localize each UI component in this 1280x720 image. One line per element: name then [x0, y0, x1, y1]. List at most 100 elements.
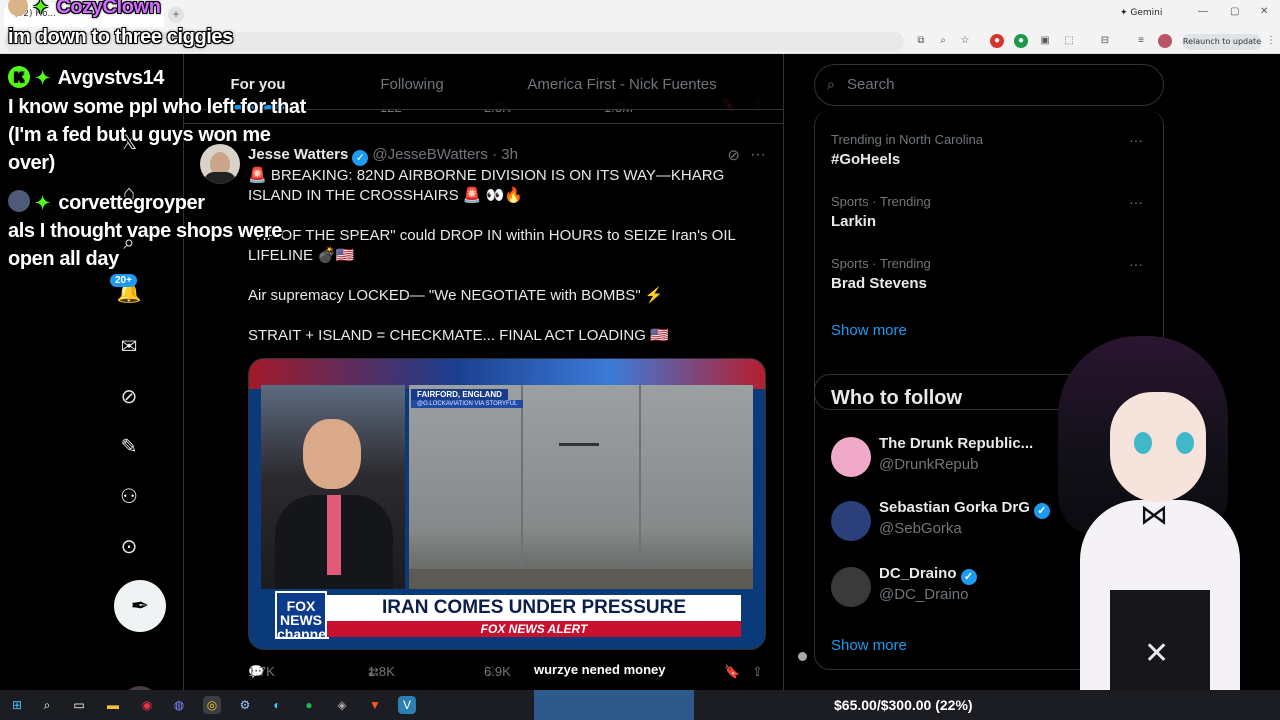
- compose-post-button[interactable]: ✒: [114, 580, 166, 632]
- new-tab-button[interactable]: +: [168, 7, 184, 23]
- profile-avatar-icon[interactable]: [1158, 34, 1172, 48]
- search-input[interactable]: ⌕ Search: [814, 64, 1164, 106]
- donation-goal-text: $65.00/$300.00 (22%): [834, 697, 973, 713]
- follow-handle: @DrunkRepub: [879, 456, 979, 473]
- browser-tab[interactable]: (92) Ho...: [4, 3, 164, 27]
- tweet[interactable]: Jesse Watters ✓ @JesseBWatters · 3h ⊘ ··· …: [184, 134, 783, 690]
- tweet-video[interactable]: FAIRFORD, ENGLAND @G.LOCKAVIATION VIA ST…: [248, 358, 766, 650]
- zoom-icon[interactable]: ⌕: [936, 34, 950, 48]
- trend-name: Larkin: [831, 213, 877, 230]
- explore-search-icon[interactable]: ⌕: [116, 230, 142, 256]
- stream-caption: wurzye nened money: [534, 662, 666, 677]
- follow-name-text: DC_Draino: [879, 565, 957, 582]
- tweet-author-avatar[interactable]: [200, 144, 240, 184]
- trend-item[interactable]: Trending in North Carolina #GoHeels ···: [831, 132, 1151, 168]
- x-logo-icon[interactable]: 𝕏: [116, 130, 142, 156]
- aircraft-shape: [559, 443, 599, 446]
- address-bar[interactable]: [4, 32, 904, 52]
- bookmark-star-icon[interactable]: ☆: [958, 34, 972, 48]
- tab-america-first[interactable]: America First - Nick Fuentes: [492, 54, 752, 109]
- repost-count: 1.8K: [368, 664, 395, 679]
- steam-icon[interactable]: ⚙: [236, 696, 254, 714]
- tweet-line: "TIP OF THE SPEAR" could DROP IN within …: [248, 227, 736, 264]
- browser-tab-bar: (92) Ho... + ✦ Gemini — ▢ ✕: [0, 0, 1280, 30]
- minimize-icon[interactable]: —: [1198, 6, 1208, 17]
- verified-badge-icon: ✓: [352, 150, 369, 166]
- install-app-icon[interactable]: ⧉: [914, 34, 928, 48]
- donation-goal-bar: [534, 690, 694, 720]
- follow-avatar: [831, 437, 871, 477]
- trend-more-icon[interactable]: ···: [1129, 256, 1143, 272]
- follow-show-more-link[interactable]: Show more: [831, 637, 907, 654]
- trend-more-icon[interactable]: ···: [1129, 132, 1143, 148]
- tab-search-icon[interactable]: ⊟: [1098, 34, 1112, 48]
- timeline-tabs: For you Following America First - Nick F…: [184, 54, 783, 110]
- fox-news-logo: FOX NEWS channel: [275, 591, 330, 641]
- trend-more-icon[interactable]: ···: [1129, 194, 1143, 210]
- obs-icon[interactable]: ◉: [138, 696, 156, 714]
- video-headline: IRAN COMES UNDER PRESSURE: [327, 595, 741, 621]
- who-to-follow-title: Who to follow: [831, 387, 963, 409]
- close-icon[interactable]: ✕: [1260, 6, 1268, 17]
- video-credit-tag: @G.LOCKAVIATION VIA STORYFUL: [411, 400, 524, 408]
- notification-badge: 20+: [110, 274, 137, 287]
- messages-mail-icon[interactable]: ✉: [116, 334, 142, 360]
- chrome-icon[interactable]: ◎: [203, 696, 221, 714]
- trend-meta: Sports · Trending: [831, 194, 931, 209]
- start-windows-icon[interactable]: ⊞: [8, 696, 26, 714]
- avatar-eye: [1134, 432, 1152, 454]
- brave-icon[interactable]: ▼: [366, 696, 384, 714]
- tab-america-first-label: America First - Nick Fuentes: [527, 76, 717, 93]
- profile-icon[interactable]: ⚇: [116, 484, 142, 510]
- tab-following[interactable]: Following: [332, 54, 492, 109]
- follow-handle: @SebGorka: [879, 520, 962, 537]
- home-icon[interactable]: ⌂: [116, 180, 142, 206]
- discord-icon[interactable]: ◍: [170, 696, 188, 714]
- maximize-icon[interactable]: ▢: [1230, 6, 1239, 17]
- trend-item[interactable]: Sports · Trending Brad Stevens ···: [831, 256, 1151, 292]
- avatar-bow-icon: ⋈: [1140, 499, 1168, 530]
- grok-explain-icon[interactable]: ⊘: [727, 146, 740, 164]
- grok-icon[interactable]: ⊘: [116, 384, 142, 410]
- relaunch-button[interactable]: Relaunch to update: [1182, 34, 1262, 50]
- file-explorer-icon[interactable]: ▬: [104, 696, 122, 714]
- tweet-text: 🚨 BREAKING: 82ND AIRBORNE DIVISION IS ON…: [248, 166, 768, 366]
- trend-meta: Sports · Trending: [831, 256, 931, 271]
- tree-line: [409, 569, 753, 589]
- tweet-more-icon[interactable]: ···: [750, 146, 766, 164]
- tab-for-you[interactable]: For you: [184, 54, 332, 109]
- host-tie: [327, 495, 341, 575]
- trends-show-more-link[interactable]: Show more: [831, 322, 907, 339]
- vscode-icon[interactable]: V: [398, 696, 416, 714]
- extension-red-icon[interactable]: ●: [990, 34, 1004, 48]
- tweet-header: Jesse Watters ✓ @JesseBWatters · 3h: [248, 146, 518, 166]
- video-alert-banner: FOX NEWS ALERT: [327, 621, 741, 637]
- reading-list-icon[interactable]: ≡: [1134, 34, 1148, 48]
- menu-icon[interactable]: ⋮: [1264, 34, 1278, 48]
- follow-avatar: [831, 567, 871, 607]
- tweet-author-handle[interactable]: @JesseBWatters: [372, 146, 488, 163]
- tweet-author-name[interactable]: Jesse Watters: [248, 146, 348, 163]
- browser-tab-label: (92) Ho...: [14, 9, 57, 19]
- verified-badge-icon: ✓: [960, 569, 977, 585]
- gemini-button[interactable]: ✦ Gemini: [1120, 8, 1162, 18]
- video-location-tag: FAIRFORD, ENGLAND: [411, 389, 508, 400]
- extensions-puzzle-icon[interactable]: ⬚: [1062, 34, 1076, 48]
- bookmark-icon[interactable]: 🔖: [724, 664, 740, 680]
- task-view-icon[interactable]: ▭: [70, 696, 88, 714]
- lists-icon[interactable]: ✎: [116, 434, 142, 460]
- more-icon[interactable]: ⊙: [116, 534, 142, 560]
- taskbar-search-icon[interactable]: ⌕: [38, 696, 56, 714]
- app-icon[interactable]: ◈: [333, 696, 351, 714]
- follow-name-text: Sebastian Gorka DrG: [879, 499, 1030, 516]
- spotify-icon[interactable]: ●: [300, 696, 318, 714]
- extension-green-icon[interactable]: ●: [1014, 34, 1028, 48]
- host-face: [303, 419, 361, 489]
- window-pane: [639, 385, 641, 589]
- extension-icon[interactable]: ▣: [1038, 34, 1052, 48]
- trend-item[interactable]: Sports · Trending Larkin ···: [831, 194, 1151, 230]
- share-icon[interactable]: ⇪: [752, 664, 763, 680]
- video-host-frame: [261, 385, 405, 589]
- edge-icon[interactable]: ◐: [268, 696, 286, 714]
- tweet-timestamp[interactable]: 3h: [501, 146, 518, 163]
